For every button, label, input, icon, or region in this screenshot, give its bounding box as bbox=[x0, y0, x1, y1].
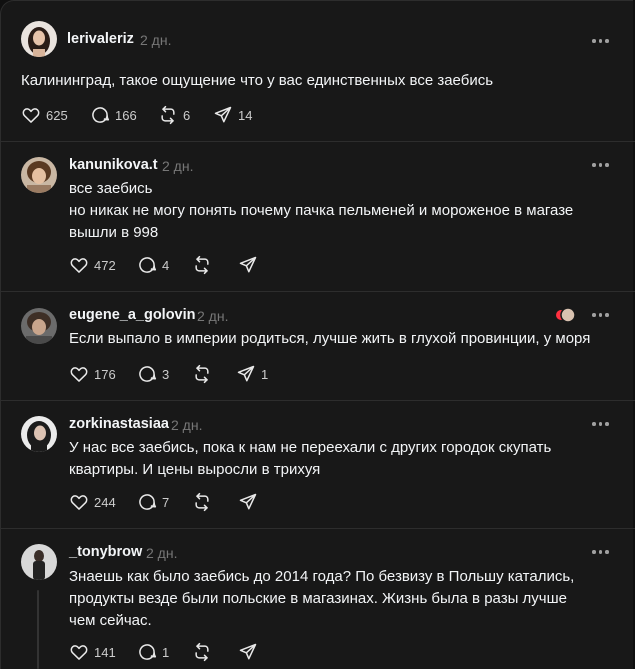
more-options-icon[interactable] bbox=[592, 36, 612, 46]
like-button[interactable]: 472 bbox=[69, 255, 116, 275]
repost-icon bbox=[195, 492, 209, 512]
post-text-line: вышли в 998 bbox=[69, 224, 159, 241]
timestamp[interactable]: 2 дн. bbox=[146, 545, 177, 561]
heart-icon bbox=[22, 108, 40, 123]
reply-button[interactable]: 7 bbox=[137, 492, 169, 512]
like-count: 244 bbox=[94, 494, 116, 510]
reply-icon bbox=[139, 644, 157, 660]
username[interactable]: kanunikova.t bbox=[69, 157, 158, 173]
reply-count: 166 bbox=[115, 107, 137, 123]
share-button[interactable] bbox=[238, 642, 258, 662]
thread-line bbox=[37, 590, 39, 669]
more-options-icon[interactable] bbox=[592, 160, 612, 170]
share-count: 14 bbox=[238, 107, 253, 123]
share-button[interactable]: 1 bbox=[236, 364, 268, 384]
post-text-line: все заебись bbox=[69, 180, 153, 197]
username[interactable]: zorkinastasiaa bbox=[69, 416, 169, 432]
share-icon bbox=[239, 493, 257, 510]
avatar[interactable] bbox=[21, 21, 57, 57]
reply-icon bbox=[139, 257, 157, 273]
reply-icon bbox=[139, 366, 157, 382]
post-text: Знаешь как было заебись до 2014 года? По… bbox=[69, 566, 574, 632]
post-text: все заебись но никак не могу понять поче… bbox=[69, 178, 573, 244]
username[interactable]: eugene_a_golovin bbox=[69, 307, 196, 323]
like-button[interactable]: 176 bbox=[69, 364, 116, 384]
share-button[interactable] bbox=[238, 255, 258, 275]
heart-icon bbox=[70, 495, 88, 510]
avatar[interactable] bbox=[21, 416, 57, 452]
divider bbox=[0, 528, 635, 529]
repost-button[interactable] bbox=[192, 492, 212, 512]
post-text-line: но никак не могу понять почему пачка пел… bbox=[69, 202, 574, 219]
like-count: 472 bbox=[94, 257, 116, 273]
heart-icon bbox=[70, 258, 88, 273]
more-options-icon[interactable] bbox=[592, 419, 612, 429]
post-text: Калининград, такое ощущение что у вас ед… bbox=[21, 70, 493, 92]
repost-button[interactable]: 6 bbox=[158, 105, 190, 125]
repost-icon bbox=[195, 364, 209, 384]
like-count: 176 bbox=[94, 366, 116, 382]
post-text-line: У нас все заебись, пока к нам не перееха… bbox=[69, 439, 552, 456]
repost-button[interactable] bbox=[192, 642, 212, 662]
username[interactable]: lerivaleriz bbox=[67, 31, 134, 47]
repost-button[interactable] bbox=[192, 364, 212, 384]
reply-button[interactable]: 4 bbox=[137, 255, 169, 275]
like-button[interactable]: 141 bbox=[69, 642, 116, 662]
repost-button[interactable] bbox=[192, 255, 212, 275]
reply-button[interactable]: 166 bbox=[90, 105, 137, 125]
like-count: 141 bbox=[94, 644, 116, 660]
timestamp[interactable]: 2 дн. bbox=[171, 417, 202, 433]
username[interactable]: _tonybrow bbox=[69, 544, 142, 560]
reply-count: 4 bbox=[162, 257, 170, 273]
like-button[interactable]: 244 bbox=[69, 492, 116, 512]
reactor-avatars[interactable] bbox=[553, 307, 577, 323]
share-button[interactable]: 14 bbox=[213, 105, 252, 125]
post-text: У нас все заебись, пока к нам не перееха… bbox=[69, 437, 551, 481]
divider bbox=[0, 291, 635, 292]
reply-count: 3 bbox=[162, 366, 170, 382]
share-icon bbox=[214, 106, 232, 123]
repost-icon bbox=[195, 255, 209, 275]
post-text-line: Знаешь как было заебись до 2014 года? По… bbox=[69, 568, 575, 585]
reply-button[interactable]: 3 bbox=[137, 364, 169, 384]
post-text-line: чем сейчас. bbox=[69, 612, 152, 629]
timestamp[interactable]: 2 дн. bbox=[197, 308, 228, 324]
reply-count: 1 bbox=[162, 644, 170, 660]
like-count: 625 bbox=[46, 107, 68, 123]
avatar[interactable] bbox=[21, 308, 57, 344]
like-button[interactable]: 625 bbox=[21, 105, 68, 125]
more-options-icon[interactable] bbox=[592, 310, 612, 320]
repost-icon bbox=[195, 642, 209, 662]
avatar[interactable] bbox=[21, 157, 57, 193]
reply-icon bbox=[92, 107, 110, 123]
heart-icon bbox=[70, 367, 88, 382]
reply-icon bbox=[139, 494, 157, 510]
more-options-icon[interactable] bbox=[592, 547, 612, 557]
share-icon bbox=[239, 643, 257, 660]
repost-icon bbox=[161, 105, 175, 125]
post-text-line: Если выпало в империи родиться, лучше жи… bbox=[69, 330, 591, 347]
post-text-line: квартиры. И цены выросли в трихуя bbox=[69, 461, 321, 478]
share-icon bbox=[237, 365, 255, 382]
share-count: 1 bbox=[261, 366, 269, 382]
share-button[interactable] bbox=[238, 492, 258, 512]
repost-count: 6 bbox=[183, 107, 191, 123]
post-text: Если выпало в империи родиться, лучше жи… bbox=[69, 328, 590, 350]
timestamp[interactable]: 2 дн. bbox=[162, 158, 193, 174]
reply-count: 7 bbox=[162, 494, 170, 510]
post-text-line: Калининград, такое ощущение что у вас ед… bbox=[21, 72, 494, 89]
share-icon bbox=[239, 256, 257, 273]
heart-icon bbox=[70, 645, 88, 660]
post-text-line: продукты везде были польские в магазинах… bbox=[69, 590, 567, 607]
avatar[interactable] bbox=[21, 544, 57, 580]
reply-button[interactable]: 1 bbox=[137, 642, 169, 662]
divider bbox=[0, 400, 635, 401]
timestamp[interactable]: 2 дн. bbox=[140, 32, 171, 48]
divider bbox=[0, 141, 635, 142]
